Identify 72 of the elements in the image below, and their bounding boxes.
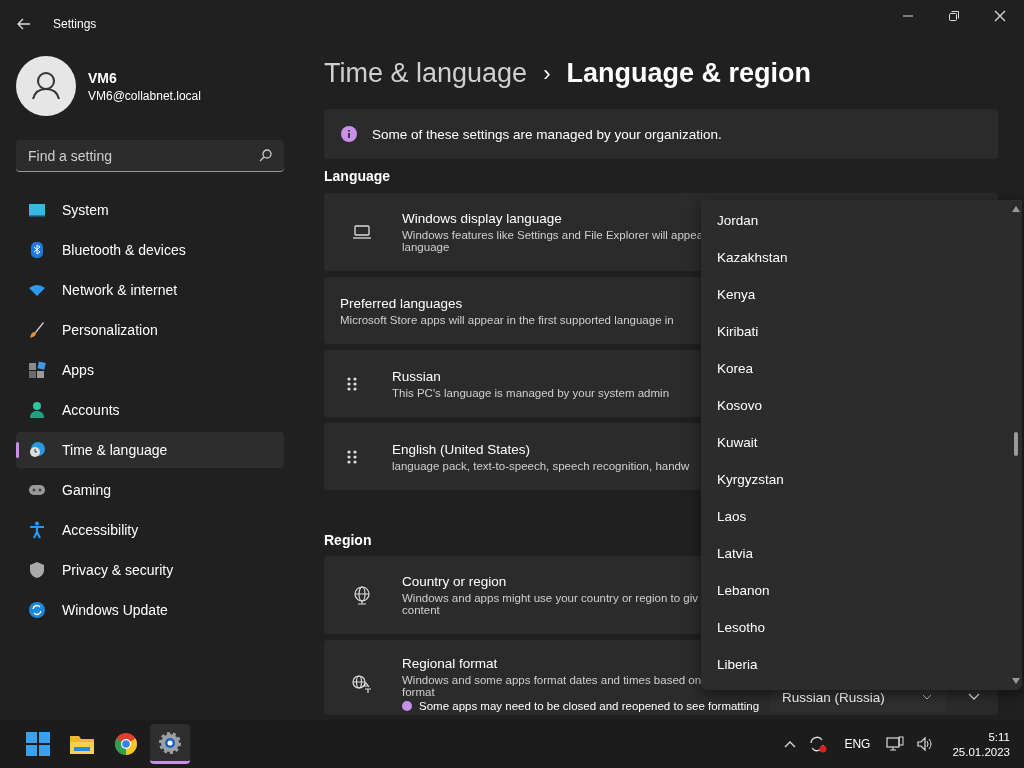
nav-item[interactable]: Personalization — [16, 312, 284, 348]
search-input[interactable]: Find a setting — [26, 146, 259, 165]
nav-item[interactable]: Accounts — [16, 392, 284, 428]
system-icon — [28, 201, 46, 219]
card-title: Russian — [392, 368, 441, 384]
card-description: Windows and some apps format dates and times based on — [402, 674, 702, 686]
section-heading: Language — [324, 168, 391, 184]
scroll-down-icon[interactable] — [1012, 678, 1020, 684]
brush-icon — [28, 321, 46, 339]
card-title: English (United States) — [392, 441, 531, 457]
info-dot-icon — [402, 701, 412, 711]
card-description: Microsoft Store apps will appear in the first supported language in — [340, 313, 674, 326]
breadcrumb-parent[interactable]: Time & language — [324, 58, 528, 89]
nav-item[interactable]: System — [16, 192, 284, 228]
update-icon — [28, 601, 46, 619]
drag-handle-icon[interactable] — [346, 375, 358, 392]
bluetooth-icon — [28, 241, 46, 259]
accessibility-icon — [28, 521, 46, 539]
privacy-icon — [28, 561, 46, 579]
format-note: Some apps may need to be closed and reopened to see formatting — [419, 700, 760, 712]
scroll-up-icon[interactable] — [1012, 206, 1020, 212]
card-description: This PC's language is managed by your system admin — [392, 386, 670, 399]
volume-icon[interactable] — [916, 736, 935, 752]
taskbar-app[interactable] — [150, 724, 190, 764]
expand-icon[interactable] — [968, 693, 980, 701]
info-icon — [341, 126, 357, 142]
window-title: Settings — [53, 17, 97, 31]
chevron-down-icon — [922, 694, 932, 700]
input-language[interactable]: ENG — [844, 737, 871, 751]
card-description: format — [402, 686, 435, 698]
windows-logo-icon — [26, 732, 50, 756]
nav-item[interactable]: Accessibility — [16, 512, 284, 548]
restore-icon[interactable] — [948, 10, 960, 22]
time-icon — [28, 441, 46, 459]
section-heading: Region — [324, 532, 372, 548]
nav-item[interactable]: Privacy & security — [16, 552, 284, 588]
card-description: language pack, text-to-speech, speech recognition, handw — [392, 459, 690, 472]
dropdown-option[interactable]: Laos — [701, 498, 1010, 535]
sync-icon[interactable] — [808, 735, 829, 753]
apps-icon — [28, 361, 46, 379]
card-description: language — [402, 241, 450, 253]
card-title: Preferred languages — [340, 295, 463, 311]
nav-item[interactable]: Windows Update — [16, 592, 284, 628]
profile-email: VM6@collabnet.local — [88, 88, 201, 103]
clock-date[interactable]: 25.01.2023 — [952, 745, 1010, 758]
nav-item[interactable]: Gaming — [16, 472, 284, 508]
gear-icon — [158, 730, 182, 755]
card-title: Country or region — [402, 574, 507, 589]
nav-item[interactable]: Network & internet — [16, 272, 284, 308]
card-title: Regional format — [402, 656, 498, 671]
breadcrumb-separator: › — [543, 60, 551, 87]
page-title: Language & region — [566, 58, 811, 89]
profile-name: VM6 — [88, 69, 118, 86]
avatar-icon — [16, 56, 76, 116]
accounts-icon — [28, 401, 46, 419]
network-icon[interactable] — [886, 736, 905, 752]
nav-item[interactable]: Apps — [16, 352, 284, 388]
card-description: Windows and apps might use your country or region to giv — [402, 592, 698, 604]
close-icon[interactable] — [994, 10, 1006, 22]
clock-time[interactable]: 5:11 — [988, 730, 1010, 743]
nav-item[interactable]: Bluetooth & devices — [16, 232, 284, 268]
nav-item[interactable]: Time & language — [16, 432, 284, 468]
drag-handle-icon[interactable] — [346, 448, 358, 465]
card-description: content — [402, 604, 440, 616]
caret-up-icon[interactable] — [784, 740, 797, 748]
back-icon[interactable] — [17, 18, 31, 30]
card-title: Windows display language — [402, 211, 562, 226]
search-icon — [259, 149, 272, 162]
info-text: Some of these settings are managed by your organization. — [372, 126, 722, 142]
folder-icon — [69, 733, 95, 755]
search-field[interactable]: Find a setting — [16, 140, 284, 172]
browser-icon — [114, 732, 138, 756]
